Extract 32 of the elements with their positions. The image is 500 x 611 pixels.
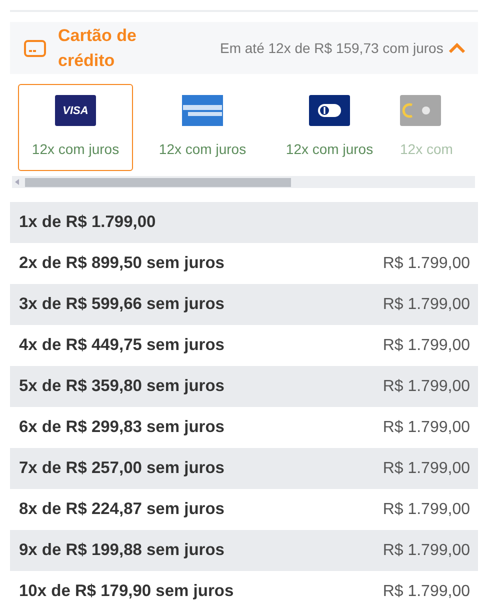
installment-total: R$ 1.799,00 bbox=[382, 378, 470, 396]
installment-plan: 1x de R$ 1.799,00 bbox=[19, 213, 156, 232]
installment-plan: 6x de R$ 299,83 sem juros bbox=[19, 418, 224, 437]
installment-total: R$ 1.799,00 bbox=[382, 500, 470, 518]
installment-plan: 3x de R$ 599,66 sem juros bbox=[19, 295, 224, 314]
installment-plan: 4x de R$ 449,75 sem juros bbox=[19, 336, 224, 355]
scroll-left-icon[interactable] bbox=[15, 179, 19, 185]
card-brand-option[interactable]: VISA 12x com juros bbox=[18, 84, 133, 171]
installment-plan: 2x de R$ 899,50 sem juros bbox=[19, 254, 224, 273]
card-logo-icon bbox=[309, 95, 350, 126]
installment-total: R$ 1.799,00 bbox=[382, 582, 470, 600]
installment-plan: 9x de R$ 199,88 sem juros bbox=[19, 541, 224, 560]
installment-total: R$ 1.799,00 bbox=[382, 254, 470, 272]
installment-total: R$ 1.799,00 bbox=[382, 336, 470, 354]
card-logo: VISA bbox=[55, 95, 96, 126]
installment-plan: 5x de R$ 359,80 sem juros bbox=[19, 377, 224, 396]
card-logo-icon bbox=[182, 95, 223, 126]
installment-summary: Em até 12x de R$ 159,73 com juros bbox=[220, 39, 444, 58]
collapse-button[interactable] bbox=[448, 42, 466, 54]
payment-method-title: Cartão de crédito bbox=[58, 25, 138, 72]
chevron-up-icon bbox=[448, 42, 466, 54]
horizontal-scrollbar[interactable] bbox=[12, 176, 475, 188]
installment-total: R$ 1.799,00 bbox=[382, 418, 470, 436]
installment-plan: 10x de R$ 179,90 sem juros bbox=[19, 582, 234, 601]
scrollbar-thumb[interactable] bbox=[25, 178, 291, 186]
installment-total: R$ 1.799,00 bbox=[382, 542, 470, 560]
installment-total: R$ 1.799,00 bbox=[382, 296, 470, 314]
card-logo-icon bbox=[400, 95, 441, 126]
installment-plan: 8x de R$ 224,87 sem juros bbox=[19, 500, 224, 519]
credit-card-icon bbox=[24, 40, 46, 56]
installment-plan: 7x de R$ 257,00 sem juros bbox=[19, 459, 224, 478]
installment-total: R$ 1.799,00 bbox=[382, 460, 470, 478]
